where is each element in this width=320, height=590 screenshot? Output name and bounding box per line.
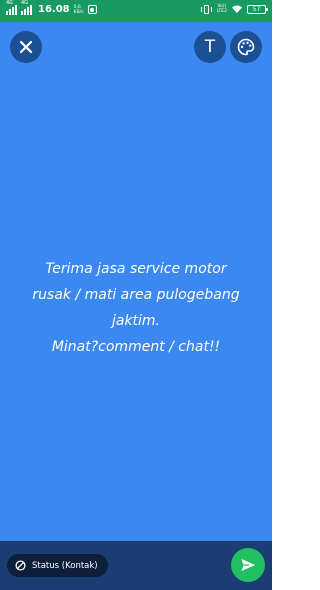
status-text-line: Terima jasa service motor <box>45 261 227 277</box>
volte-indicator: Vo)) LTE2 <box>216 4 227 14</box>
status-text-line: rusak / mati area pulogebang <box>32 287 240 303</box>
signal-sim1-icon: 4G <box>6 0 17 15</box>
network-speed: 0.6 KB/s <box>73 4 84 15</box>
background-color-button[interactable] <box>230 31 262 63</box>
clock: 16.08 <box>38 4 70 15</box>
status-text-line: Minat?comment / chat!! <box>51 339 221 355</box>
palette-icon <box>237 38 255 56</box>
instagram-notification-icon <box>87 5 97 14</box>
status-text-input[interactable]: Terima jasa service motor rusak / mati a… <box>0 256 272 360</box>
no-entry-icon <box>15 560 26 571</box>
signal-sim2-icon: 4G <box>21 0 32 15</box>
send-icon <box>241 559 255 571</box>
vibrate-icon <box>200 4 212 14</box>
status-composer-screen: 4G 4G 16.08 0.6 KB/s Vo)) LTE2 57 T Teri… <box>0 0 272 590</box>
close-button[interactable] <box>10 31 42 63</box>
status-privacy-button[interactable]: Status (Kontak) <box>7 554 108 577</box>
status-text-line: jaktim. <box>111 313 161 329</box>
text-icon: T <box>204 36 216 57</box>
close-icon <box>19 40 33 54</box>
battery-icon: 57 <box>247 4 268 14</box>
status-privacy-label: Status (Kontak) <box>32 560 98 571</box>
text-style-button[interactable]: T <box>194 31 226 63</box>
wifi-icon <box>232 5 242 13</box>
send-button[interactable] <box>231 548 265 582</box>
system-status-bar: 4G 4G 16.08 0.6 KB/s Vo)) LTE2 57 <box>0 0 272 22</box>
